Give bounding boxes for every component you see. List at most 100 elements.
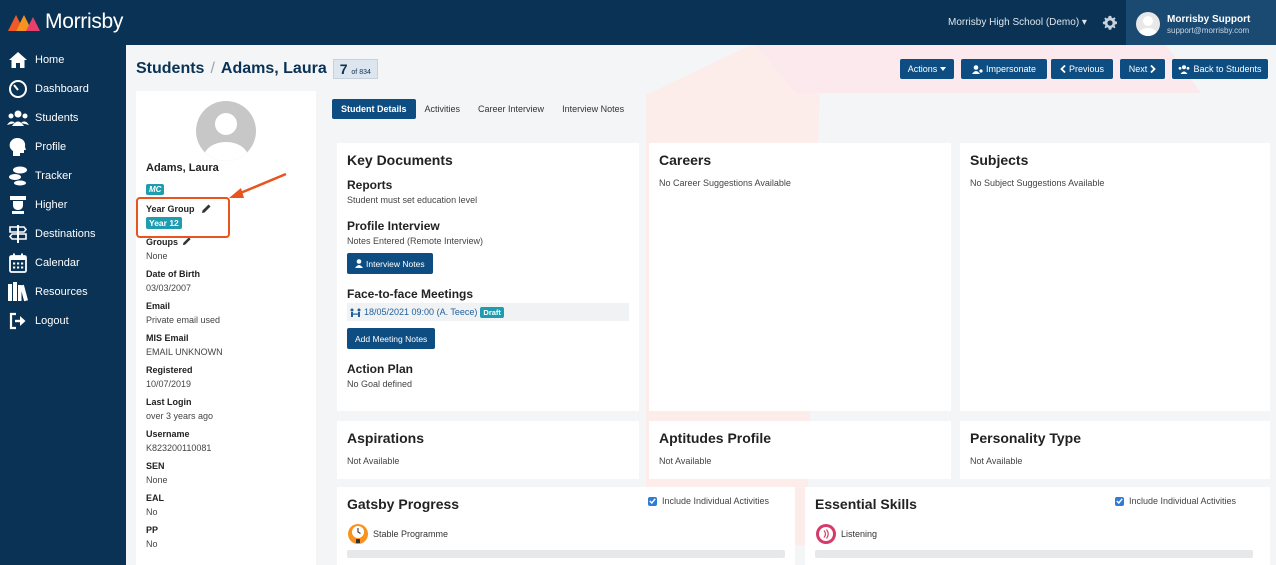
user-icon: [355, 259, 363, 268]
next-label: Next: [1128, 64, 1148, 74]
aspirations-text: Not Available: [347, 456, 400, 466]
user-menu[interactable]: Morrisby Support support@morrisby.com: [1126, 0, 1276, 45]
top-bar: Morrisby Morrisby High School (Demo) ▾ M…: [0, 0, 1276, 45]
personality-type-card: Personality Type Not Available: [960, 421, 1270, 479]
previous-button[interactable]: Previous: [1051, 59, 1113, 79]
sidebar-item-label: Destinations: [35, 228, 96, 240]
actions-button[interactable]: Actions: [900, 59, 954, 79]
footsteps-icon: [7, 166, 29, 186]
action-plan-title: Action Plan: [347, 362, 414, 376]
reports-text: Student must set education level: [347, 195, 478, 205]
aptitudes-text: Not Available: [659, 456, 712, 466]
field-label-username: Username: [146, 429, 190, 439]
profile-interview-title: Profile Interview: [347, 219, 440, 233]
sidebar-item-home[interactable]: Home: [0, 47, 126, 73]
include-activities-checkbox[interactable]: Include Individual Activities: [648, 496, 769, 506]
add-meeting-label: Add Meeting Notes: [355, 333, 428, 344]
sidebar-item-higher[interactable]: Higher: [0, 192, 126, 218]
card-title: Aptitudes Profile: [659, 430, 772, 446]
clock-person-icon: [348, 524, 368, 544]
sidebar-item-label: Tracker: [35, 170, 72, 182]
signpost-icon: [7, 224, 29, 244]
profile-interview-text: Notes Entered (Remote Interview): [347, 236, 484, 246]
morrisby-logo-icon: [8, 15, 40, 31]
field-value-registered: 10/07/2019: [146, 379, 192, 389]
user-cog-icon: [971, 64, 983, 74]
gatsby-progress-bar: [347, 550, 785, 558]
careers-card: Careers No Career Suggestions Available: [649, 143, 951, 411]
sidebar-item-resources[interactable]: Resources: [0, 279, 126, 305]
field-value-sen: None: [146, 475, 168, 485]
draft-badge: Draft: [480, 306, 504, 318]
key-documents-card: Key Documents Reports Student must set e…: [337, 143, 639, 411]
card-title: Essential Skills: [815, 496, 917, 512]
meeting-entry[interactable]: 18/05/2021 09:00 (A. Teece) Draft: [347, 303, 629, 321]
sidebar-item-destinations[interactable]: Destinations: [0, 221, 126, 247]
card-title: Aspirations: [347, 430, 425, 446]
record-counter: 7 of 834: [332, 59, 378, 79]
field-label-pp: PP: [146, 525, 159, 535]
tab-activities[interactable]: Activities: [416, 99, 470, 119]
user-email: support@morrisby.com: [1167, 26, 1250, 35]
field-value-email: Private email used: [146, 315, 221, 325]
action-plan-text: No Goal defined: [347, 379, 413, 389]
interview-notes-label: Interview Notes: [366, 258, 425, 269]
logo[interactable]: Morrisby: [8, 10, 123, 34]
sidebar-item-dashboard[interactable]: Dashboard: [0, 76, 126, 102]
interview-notes-button[interactable]: Interview Notes: [347, 253, 433, 274]
sidebar-item-profile[interactable]: Profile: [0, 134, 126, 160]
field-label-groups: Groups: [146, 237, 179, 247]
aptitudes-profile-card: Aptitudes Profile Not Available: [649, 421, 951, 479]
user-name: Morrisby Support: [1167, 14, 1251, 25]
card-title: Careers: [659, 152, 712, 168]
field-value-pp: No: [146, 539, 158, 549]
page-title: Adams, Laura: [220, 60, 327, 77]
field-value-mis-email: EMAIL UNKNOWN: [146, 347, 223, 357]
chevron-left-icon: [1060, 65, 1066, 73]
student-avatar: [196, 101, 256, 161]
users-icon: [1179, 64, 1190, 74]
add-meeting-notes-button[interactable]: Add Meeting Notes: [347, 328, 436, 349]
sidebar-item-label: Calendar: [35, 257, 80, 269]
sidebar-item-tracker[interactable]: Tracker: [0, 163, 126, 189]
record-total: of 834: [351, 69, 371, 76]
sidebar: Home Dashboard Students Profile Tracker …: [0, 45, 126, 565]
essential-progress-bar: [815, 550, 1253, 558]
sidebar-item-label: Higher: [35, 199, 68, 211]
essential-item-label: Listening: [841, 529, 878, 539]
gear-icon[interactable]: [1102, 15, 1118, 31]
gatsby-item-row: Stable Programme: [347, 523, 448, 545]
student-name: Adams, Laura: [146, 162, 219, 174]
checkbox-label: Include Individual Activities: [662, 496, 770, 506]
back-to-students-button[interactable]: Back to Students: [1172, 59, 1268, 79]
tab-career-interview[interactable]: Career Interview: [469, 99, 553, 119]
head-icon: [7, 137, 29, 157]
sidebar-item-label: Profile: [35, 141, 67, 153]
card-title: Subjects: [970, 152, 1029, 168]
calendar-icon: [7, 253, 29, 273]
graduation-cap-icon: [7, 195, 29, 215]
tab-bar: Student Details Activities Career Interv…: [332, 99, 633, 119]
meeting-text: 18/05/2021 09:00 (A. Teece): [364, 307, 478, 317]
breadcrumb-students[interactable]: Students: [136, 60, 204, 78]
sidebar-item-students[interactable]: Students: [0, 105, 126, 131]
school-selector[interactable]: Morrisby High School (Demo) ▾: [948, 17, 1087, 28]
tab-interview-notes[interactable]: Interview Notes: [553, 99, 633, 119]
sidebar-item-logout[interactable]: Logout: [0, 308, 126, 334]
field-label-email: Email: [146, 301, 171, 311]
aspirations-card: Aspirations Not Available: [337, 421, 639, 479]
impersonate-button[interactable]: Impersonate: [961, 59, 1047, 79]
essential-item-row: Listening: [815, 523, 877, 545]
include-activities-checkbox[interactable]: Include Individual Activities: [1115, 496, 1236, 506]
breadcrumb-separator: /: [210, 60, 215, 77]
sidebar-item-calendar[interactable]: Calendar: [0, 250, 126, 276]
sidebar-item-label: Logout: [35, 315, 69, 327]
field-value-username: K823200110081: [146, 443, 212, 453]
tab-student-details[interactable]: Student Details: [332, 99, 416, 119]
field-label-registered: Registered: [146, 365, 193, 375]
gatsby-progress-card: Gatsby Progress Include Individual Activ…: [337, 487, 795, 565]
next-button[interactable]: Next: [1120, 59, 1165, 79]
books-icon: [7, 282, 29, 302]
gauge-icon: [7, 79, 29, 99]
sidebar-item-label: Dashboard: [35, 83, 89, 95]
